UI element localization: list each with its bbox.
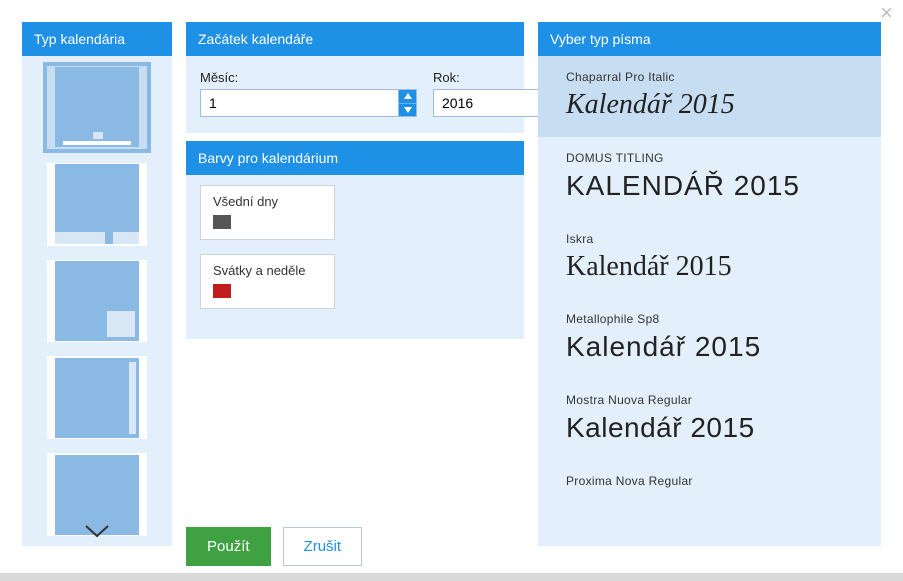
month-input[interactable]: [201, 90, 398, 116]
month-up-icon[interactable]: [398, 90, 416, 103]
font-sample: Kalendář 2015: [566, 413, 853, 444]
calendar-type-thumb[interactable]: [47, 260, 147, 343]
bottom-bar: [0, 573, 903, 581]
font-name-label: Proxima Nova Regular: [566, 474, 853, 488]
font-sample: Kalendář 2015: [566, 332, 853, 363]
color-item-weekdays[interactable]: Všední dny: [200, 185, 335, 240]
font-item[interactable]: Mostra Nuova Regular Kalendář 2015: [538, 379, 881, 460]
font-item[interactable]: Metallophile Sp8 Kalendář 2015: [538, 298, 881, 379]
color-swatch: [213, 215, 231, 229]
calendar-type-list: [22, 56, 172, 546]
month-label: Měsíc:: [200, 70, 417, 85]
scroll-down-icon[interactable]: [82, 522, 112, 542]
font-name-label: Chaparral Pro Italic: [566, 70, 853, 84]
calendar-type-header: Typ kalendária: [22, 22, 172, 56]
calendar-type-panel: Typ kalendária: [22, 22, 172, 566]
colors-panel: Barvy pro kalendárium Všední dny Svátky …: [186, 141, 524, 339]
cancel-button[interactable]: Zrušit: [283, 527, 363, 566]
month-down-icon[interactable]: [398, 103, 416, 117]
font-sample: KALENDÁŘ 2015: [566, 171, 853, 202]
font-sample: Kalendář 2015: [566, 252, 853, 283]
color-label: Všední dny: [213, 194, 322, 209]
font-item[interactable]: DOMUS TITLING KALENDÁŘ 2015: [538, 137, 881, 218]
middle-column: Začátek kalendáře Měsíc:: [186, 22, 524, 566]
font-name-label: Mostra Nuova Regular: [566, 393, 853, 407]
font-header: Vyber typ písma: [538, 22, 881, 56]
font-sample: Kalendář 2015: [566, 90, 853, 121]
font-list: Chaparral Pro Italic Kalendář 2015 DOMUS T…: [538, 56, 881, 546]
apply-button[interactable]: Použít: [186, 527, 271, 566]
action-buttons: Použít Zrušit: [186, 509, 524, 566]
font-item[interactable]: Chaparral Pro Italic Kalendář 2015: [538, 56, 881, 137]
start-panel: Začátek kalendáře Měsíc:: [186, 22, 524, 133]
calendar-type-thumb[interactable]: [47, 356, 147, 439]
font-name-label: DOMUS TITLING: [566, 151, 853, 165]
font-panel: Vyber typ písma Chaparral Pro Italic Kale…: [538, 22, 881, 566]
font-item[interactable]: Iskra Kalendář 2015: [538, 218, 881, 299]
font-name-label: Iskra: [566, 232, 853, 246]
color-item-holidays[interactable]: Svátky a neděle: [200, 254, 335, 309]
font-item[interactable]: Proxima Nova Regular: [538, 460, 881, 510]
calendar-type-thumb[interactable]: [47, 163, 147, 246]
color-label: Svátky a neděle: [213, 263, 322, 278]
month-spinbox[interactable]: [200, 89, 417, 117]
start-header: Začátek kalendáře: [186, 22, 524, 56]
colors-header: Barvy pro kalendárium: [186, 141, 524, 175]
calendar-type-thumb[interactable]: [47, 66, 147, 149]
calendar-settings-dialog: Typ kalendária: [0, 0, 903, 578]
font-name-label: Metallophile Sp8: [566, 312, 853, 326]
color-swatch: [213, 284, 231, 298]
